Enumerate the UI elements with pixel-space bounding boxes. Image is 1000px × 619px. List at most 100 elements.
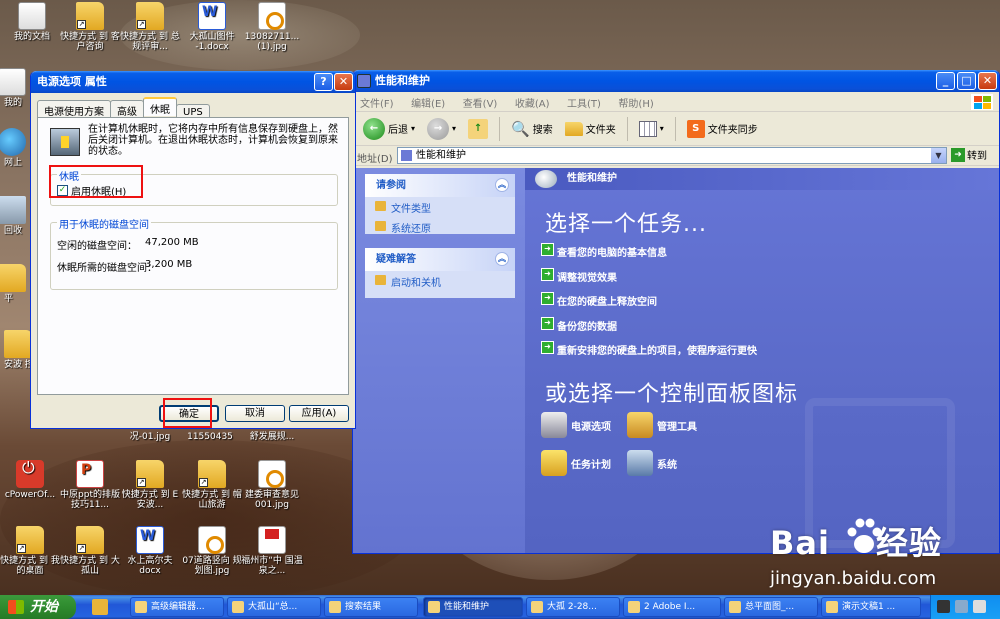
- help-button[interactable]: ?: [314, 73, 333, 91]
- desktop-icon-review-jpg[interactable]: 建委审查意见 001.jpg: [240, 460, 304, 510]
- menu-tools[interactable]: 工具(T): [560, 92, 608, 113]
- taskbar-item-presentation[interactable]: 演示文稿1 ...: [821, 597, 921, 617]
- word-document-icon: [198, 2, 226, 30]
- tray-user-icon[interactable]: [937, 600, 950, 613]
- views-icon: [638, 120, 657, 137]
- control-panel-titlebar[interactable]: 性能和维护 _ □ ✕: [353, 70, 999, 92]
- menu-edit[interactable]: 编辑(E): [404, 92, 452, 113]
- highlight-ok-button: [163, 398, 212, 428]
- address-input[interactable]: 性能和维护 ▼: [397, 147, 947, 164]
- desktop-icon-docx[interactable]: 大孤山图件 -1.docx: [180, 2, 244, 52]
- views-button[interactable]: ▾: [635, 119, 668, 139]
- taskbar-item-adobe[interactable]: 2 Adobe I...: [623, 597, 721, 617]
- desktop-icon-road-jpg[interactable]: 07道路竖向 规划图.jpg: [180, 526, 244, 576]
- chevron-down-icon[interactable]: ▼: [931, 148, 946, 163]
- desktop-icon-shortcut-anbo[interactable]: ↗ 快捷方式 到 E 安波...: [118, 460, 182, 510]
- task-visual-effects[interactable]: 调整视觉效果: [541, 268, 617, 284]
- go-button[interactable]: ➜ 转到: [951, 147, 987, 162]
- taskbar-item-dagu[interactable]: 大孤 2-28...: [526, 597, 620, 617]
- search-button[interactable]: 🔍 搜索: [507, 118, 557, 140]
- desktop-icon-shortcut-desktop[interactable]: ↗ 快捷方式 到 我的桌面: [0, 526, 62, 576]
- taskbar-item-dagushan[interactable]: 大孤山“总...: [227, 597, 321, 617]
- link-file-types[interactable]: 文件类型: [365, 197, 515, 217]
- tab-strip: 电源使用方案 高级 休眠 UPS: [37, 97, 210, 121]
- see-also-header[interactable]: 请参阅 ︽: [365, 174, 515, 197]
- desktop-icon-jpg[interactable]: 13082711... (1).jpg: [240, 2, 304, 52]
- power-options-icon: [541, 412, 567, 438]
- link-startup-shutdown[interactable]: 启动和关机: [365, 271, 515, 291]
- tab-power-schemes[interactable]: 电源使用方案: [37, 100, 111, 118]
- folder-sync-button[interactable]: S 文件夹同步: [683, 118, 762, 140]
- powerpoint-icon: [76, 460, 104, 488]
- troubleshoot-box: 疑难解答 ︽ 启动和关机: [365, 248, 515, 298]
- dialog-titlebar[interactable]: 电源选项 属性 ? ✕: [31, 71, 355, 93]
- desktop-icon-my-documents[interactable]: 我的文档: [0, 2, 64, 42]
- cp-icon-scheduled-tasks[interactable]: 任务计划: [541, 450, 611, 476]
- desktop-icon-shortcut-maoshan[interactable]: ↗ 快捷方式 到 帽山旅游: [180, 460, 244, 510]
- back-button[interactable]: ← 后退 ▾: [359, 116, 419, 142]
- close-button[interactable]: ✕: [978, 72, 997, 90]
- forward-button[interactable]: → ▾: [423, 116, 460, 142]
- menu-favorites[interactable]: 收藏(A): [508, 92, 557, 113]
- back-arrow-icon: ←: [363, 117, 385, 140]
- tab-hibernate[interactable]: 休眠: [143, 97, 177, 116]
- cancel-button[interactable]: 取消: [225, 405, 285, 422]
- close-button[interactable]: ✕: [334, 73, 353, 91]
- task-backup[interactable]: 备份您的数据: [541, 317, 617, 333]
- sync-icon: S: [686, 119, 705, 138]
- taskbar-item-search[interactable]: 搜索结果: [324, 597, 418, 617]
- window-title: 性能和维护: [375, 74, 430, 87]
- jpg-file-icon: [258, 2, 286, 30]
- search-icon: 🔍: [511, 119, 530, 138]
- control-panel-window: 性能和维护 _ □ ✕ 文件(F) 编辑(E) 查看(V) 收藏(A) 工具(T…: [352, 70, 1000, 554]
- system-tray: [930, 595, 1000, 619]
- desktop-label-partial-1: 况-01.jpg: [129, 432, 171, 442]
- collapse-chevron-icon[interactable]: ︽: [495, 252, 509, 266]
- menu-help[interactable]: 帮助(H): [611, 92, 660, 113]
- disk-space-group-title: 用于休眠的磁盘空间: [57, 216, 151, 231]
- control-panel-icon: [357, 74, 371, 88]
- taskbar-item-plan[interactable]: 总平面图_...: [724, 597, 818, 617]
- start-button[interactable]: 开始: [0, 595, 76, 619]
- tray-network-icon[interactable]: [955, 600, 968, 613]
- cp-icon-power-options[interactable]: 电源选项: [541, 412, 611, 438]
- taskbar-item-editor[interactable]: 高级编辑器...: [130, 597, 224, 617]
- apply-button[interactable]: 应用(A): [289, 405, 349, 422]
- tray-volume-icon[interactable]: [973, 600, 986, 613]
- desktop-icon-shortcut-dagushan[interactable]: ↗ 快捷方式 到 大孤山: [58, 526, 122, 576]
- folder-icon: ↗: [76, 526, 104, 554]
- desktop-icon-cpoweroff[interactable]: cPowerOf...: [0, 460, 62, 500]
- jpg-file-icon: [258, 460, 286, 488]
- category-header: 性能和维护: [525, 168, 999, 190]
- maximize-button[interactable]: □: [957, 72, 976, 90]
- taskbar: 开始 高级编辑器... 大孤山“总... 搜索结果 性能和维护 大孤 2-28.…: [0, 595, 1000, 619]
- power-options-dialog: 电源选项 属性 ? ✕ 电源使用方案 高级 休眠 UPS 在计算机休眠时，它将内存中所…: [30, 71, 356, 429]
- desktop-icon-fuzhou-pdf[interactable]: 福州市“中 国温泉之...: [240, 526, 304, 576]
- tab-advanced[interactable]: 高级: [110, 100, 144, 118]
- folders-button[interactable]: 文件夹: [561, 119, 620, 138]
- troubleshoot-header[interactable]: 疑难解答 ︽: [365, 248, 515, 271]
- menu-file[interactable]: 文件(F): [353, 92, 401, 113]
- task-defragment[interactable]: 重新安排您的硬盘上的项目，使程序运行更快: [541, 341, 757, 357]
- cp-icon-admin-tools[interactable]: 管理工具: [627, 412, 697, 438]
- category-pane: 性能和维护 选择一个任务... 查看您的电脑的基本信息 调整视觉效果 在您的硬盘…: [525, 168, 999, 553]
- up-button[interactable]: ↑: [464, 117, 492, 141]
- link-system-restore[interactable]: 系统还原: [365, 217, 515, 237]
- task-view-info[interactable]: 查看您的电脑的基本信息: [541, 243, 667, 259]
- collapse-chevron-icon[interactable]: ︽: [495, 178, 509, 192]
- minimize-button[interactable]: _: [936, 72, 955, 90]
- menu-view[interactable]: 查看(V): [456, 92, 505, 113]
- system-icon: [627, 450, 653, 476]
- task-free-space[interactable]: 在您的硬盘上释放空间: [541, 292, 657, 308]
- cp-icon-system[interactable]: 系统: [627, 450, 677, 476]
- taskbar-item-performance[interactable]: 性能和维护: [423, 597, 523, 617]
- folder-icon: ↗: [16, 526, 44, 554]
- menu-bar: 文件(F) 编辑(E) 查看(V) 收藏(A) 工具(T) 帮助(H): [353, 92, 999, 112]
- quicklaunch-icon[interactable]: [92, 599, 108, 615]
- desktop-icon-golf-docx[interactable]: 水上高尔夫 docx: [118, 526, 182, 576]
- folder-icon: [0, 264, 26, 292]
- desktop-icon-shortcut-review[interactable]: ↗ 快捷方式 到 总规评审...: [118, 2, 182, 52]
- desktop-icon-shortcut-consult[interactable]: ↗ 快捷方式 到 客户咨询: [58, 2, 122, 52]
- computer-icon: [0, 68, 26, 96]
- desktop-icon-ppt-tips[interactable]: 中原ppt的排版技巧11...: [58, 460, 122, 510]
